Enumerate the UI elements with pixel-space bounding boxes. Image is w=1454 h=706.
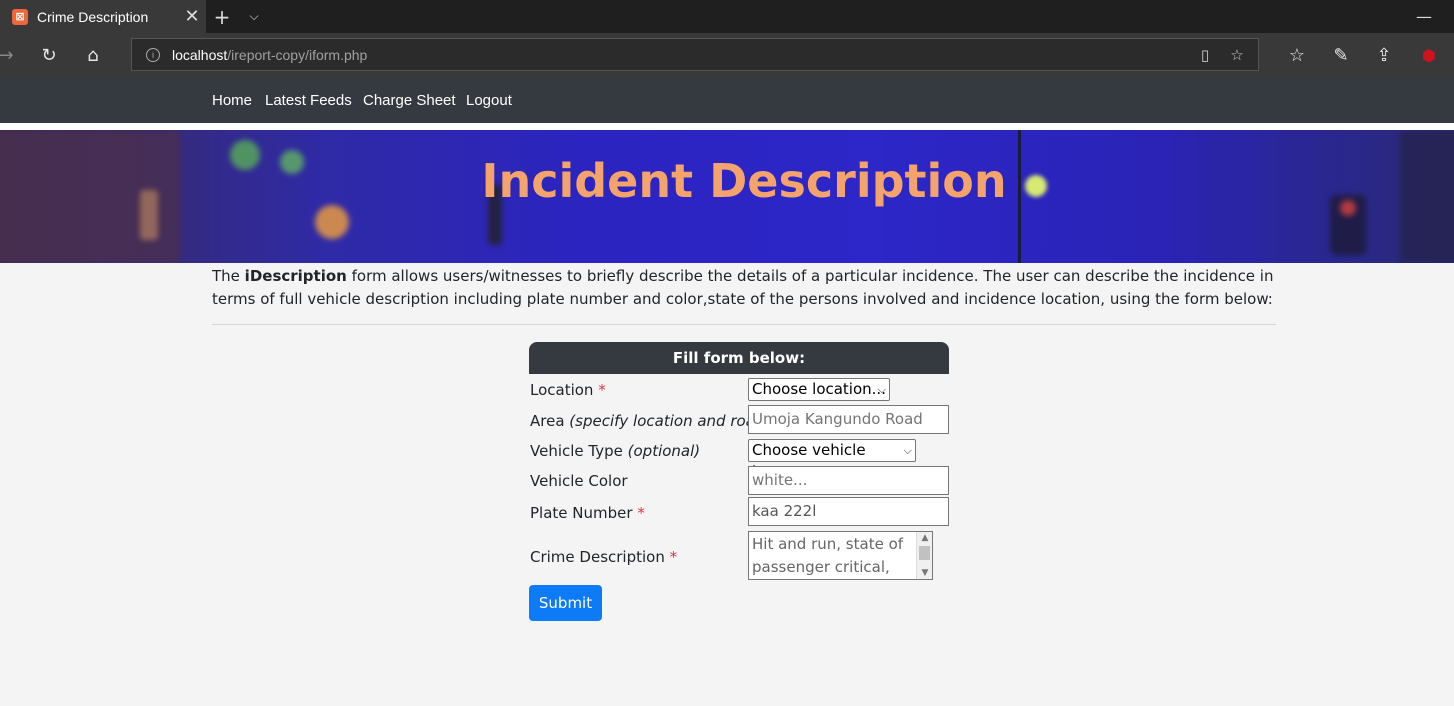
scroll-down-icon[interactable]: ▼: [917, 567, 932, 579]
banner-bokeh: [315, 205, 349, 239]
address-host: localhost: [172, 46, 228, 63]
area-label-text: Area: [530, 412, 570, 430]
location-label-text: Location: [530, 381, 594, 399]
area-label: Area (specify location and road)*: [530, 412, 778, 430]
crime-description-label-text: Crime Description: [530, 548, 665, 566]
xampp-icon: ⊠: [12, 8, 28, 25]
crime-description-textarea[interactable]: Hit and run, state of passenger critical…: [748, 531, 933, 580]
vehicle-type-label: Vehicle Type (optional): [530, 442, 700, 460]
ublock-icon[interactable]: ⬢: [1413, 39, 1445, 71]
page-title: Incident Description: [481, 154, 1007, 208]
nav-home[interactable]: Home: [212, 92, 252, 109]
scroll-up-icon[interactable]: ▲: [917, 532, 932, 544]
new-tab-icon[interactable]: +: [206, 0, 238, 33]
home-icon[interactable]: ⌂: [77, 39, 109, 71]
browser-tab[interactable]: ⊠ Crime Description ✕: [0, 0, 206, 33]
chevron-down-icon: ⌵: [877, 383, 886, 396]
intro-text: form allows users/witnesses to briefly d…: [212, 267, 1274, 308]
required-mark: *: [669, 548, 678, 566]
address-bar[interactable]: i localhost/ireport-copy/iform.php ▯ ☆: [131, 38, 1259, 71]
minimize-icon[interactable]: —: [1408, 0, 1440, 33]
reading-view-icon[interactable]: ▯: [1195, 45, 1215, 65]
share-icon[interactable]: ⇪: [1368, 39, 1400, 71]
forward-icon[interactable]: →: [0, 39, 22, 71]
favorites-icon[interactable]: ☆: [1281, 39, 1313, 71]
required-mark: *: [637, 504, 645, 522]
intro-paragraph: The iDescription form allows users/witne…: [212, 265, 1276, 311]
crime-description-label: Crime Description *: [530, 548, 677, 566]
textarea-scrollbar[interactable]: ▲ ▼: [916, 532, 932, 579]
scroll-thumb[interactable]: [919, 546, 930, 560]
plate-number-input[interactable]: kaa 222l: [748, 497, 949, 526]
intro-brand: iDescription: [244, 267, 347, 285]
vehicle-type-select[interactable]: Choose vehicle type...⌵: [748, 439, 916, 480]
browser-tab-bar: ⊠ Crime Description ✕ + ⌵ —: [0, 0, 1454, 33]
area-placeholder: Umoja Kangundo Road: [752, 410, 923, 428]
site-navbar: Home Latest Feeds Charge Sheet Logout: [0, 76, 1454, 123]
favorite-star-icon[interactable]: ☆: [1227, 45, 1247, 65]
area-hint: (specify location and road): [569, 412, 771, 430]
nav-latest-feeds[interactable]: Latest Feeds: [265, 92, 352, 109]
plate-number-label: Plate Number *: [530, 504, 645, 522]
area-input[interactable]: Umoja Kangundo Road: [748, 405, 949, 434]
browser-toolbar: → ↻ ⌂ i localhost/ireport-copy/iform.php…: [0, 33, 1454, 76]
intro-lead: The: [212, 267, 245, 285]
vehicle-type-label-text: Vehicle Type: [530, 442, 628, 460]
required-mark: *: [598, 381, 606, 399]
vehicle-color-placeholder: white...: [752, 471, 808, 489]
horizontal-rule: [212, 324, 1276, 325]
plate-number-value: kaa 222l: [752, 502, 817, 520]
nav-logout[interactable]: Logout: [466, 92, 512, 109]
location-select[interactable]: Choose location... ⌵: [748, 378, 890, 401]
form-header: Fill form below:: [529, 342, 949, 374]
chevron-down-icon: ⌵: [903, 444, 912, 457]
chevron-down-icon[interactable]: ⌵: [238, 0, 270, 33]
vehicle-color-label: Vehicle Color: [530, 472, 628, 490]
submit-button[interactable]: Submit: [529, 585, 602, 621]
tab-title: Crime Description: [37, 8, 149, 25]
vehicle-type-hint: (optional): [627, 442, 701, 460]
close-icon[interactable]: ✕: [178, 6, 206, 27]
address-path: /ireport-copy/iform.php: [227, 46, 368, 63]
vehicle-color-input[interactable]: white...: [748, 466, 949, 495]
hero-banner: Incident Description: [0, 130, 1454, 263]
info-icon[interactable]: i: [146, 47, 160, 62]
location-select-value: Choose location...: [752, 380, 886, 398]
refresh-icon[interactable]: ↻: [33, 39, 65, 71]
nav-charge-sheet[interactable]: Charge Sheet: [363, 92, 456, 109]
plate-number-label-text: Plate Number: [530, 504, 633, 522]
divider-bar: [0, 123, 1454, 130]
pen-icon[interactable]: ✎: [1325, 39, 1357, 71]
location-label: Location *: [530, 381, 606, 399]
address-url: localhost/ireport-copy/iform.php: [172, 47, 367, 63]
crime-description-value: Hit and run, state of passenger critical…: [752, 535, 904, 576]
